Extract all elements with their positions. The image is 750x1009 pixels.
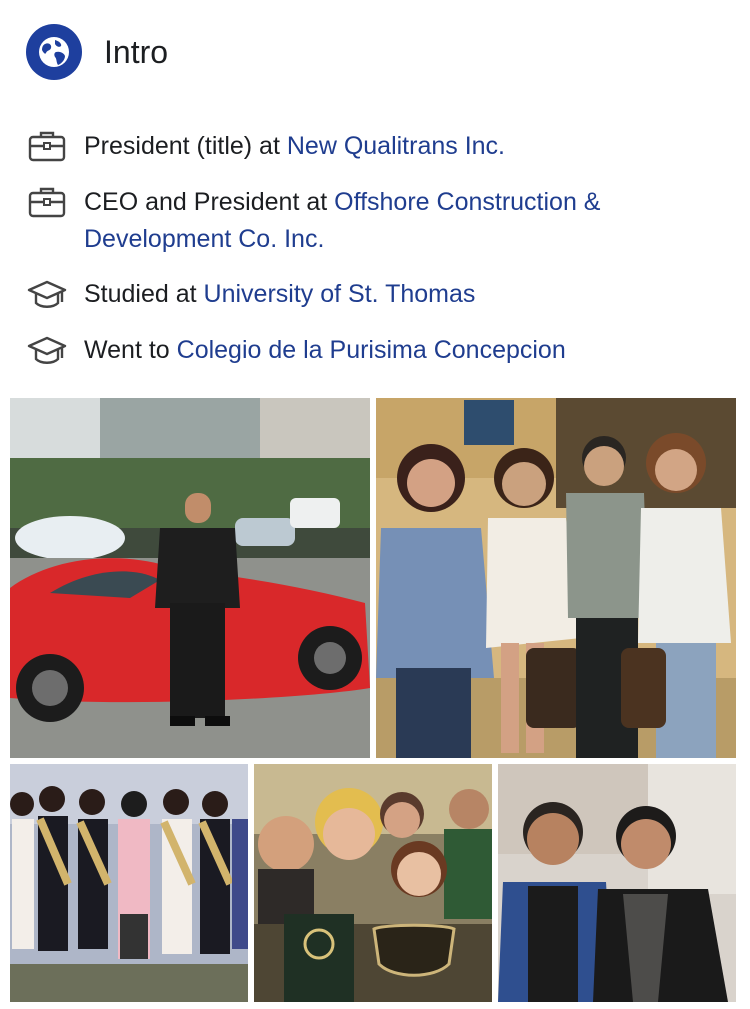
briefcase-icon [26, 128, 68, 166]
photo-selfie-group[interactable] [254, 764, 492, 1002]
graduation-cap-icon [26, 276, 68, 314]
photo-two-men[interactable] [498, 764, 736, 1002]
work-prefix: CEO and President at [84, 188, 335, 216]
school-link[interactable]: Colegio de la Purisima Concepcion [177, 336, 566, 364]
briefcase-icon [26, 184, 68, 222]
photo-group-of-four[interactable] [376, 398, 736, 758]
photo-man-with-red-car[interactable] [10, 398, 370, 758]
education-prefix: Went to [84, 336, 177, 364]
photo-pageant-group[interactable] [10, 764, 248, 1002]
work-item: President (title) at New Qualitrans Inc. [26, 128, 726, 166]
education-item: Studied at University of St. Thomas [26, 276, 726, 314]
education-item: Went to Colegio de la Purisima Concepcio… [26, 332, 726, 370]
work-item: CEO and President at Offshore Constructi… [26, 184, 726, 258]
graduation-cap-icon [26, 332, 68, 370]
globe-icon [26, 24, 82, 80]
work-prefix: President (title) at [84, 132, 287, 160]
school-link[interactable]: University of St. Thomas [204, 280, 476, 308]
intro-title: Intro [104, 33, 169, 70]
employer-link[interactable]: New Qualitrans Inc. [287, 132, 505, 160]
intro-header: Intro [26, 24, 168, 80]
photo-grid [10, 398, 736, 1002]
education-prefix: Studied at [84, 280, 204, 308]
intro-details: President (title) at New Qualitrans Inc.… [26, 128, 726, 388]
